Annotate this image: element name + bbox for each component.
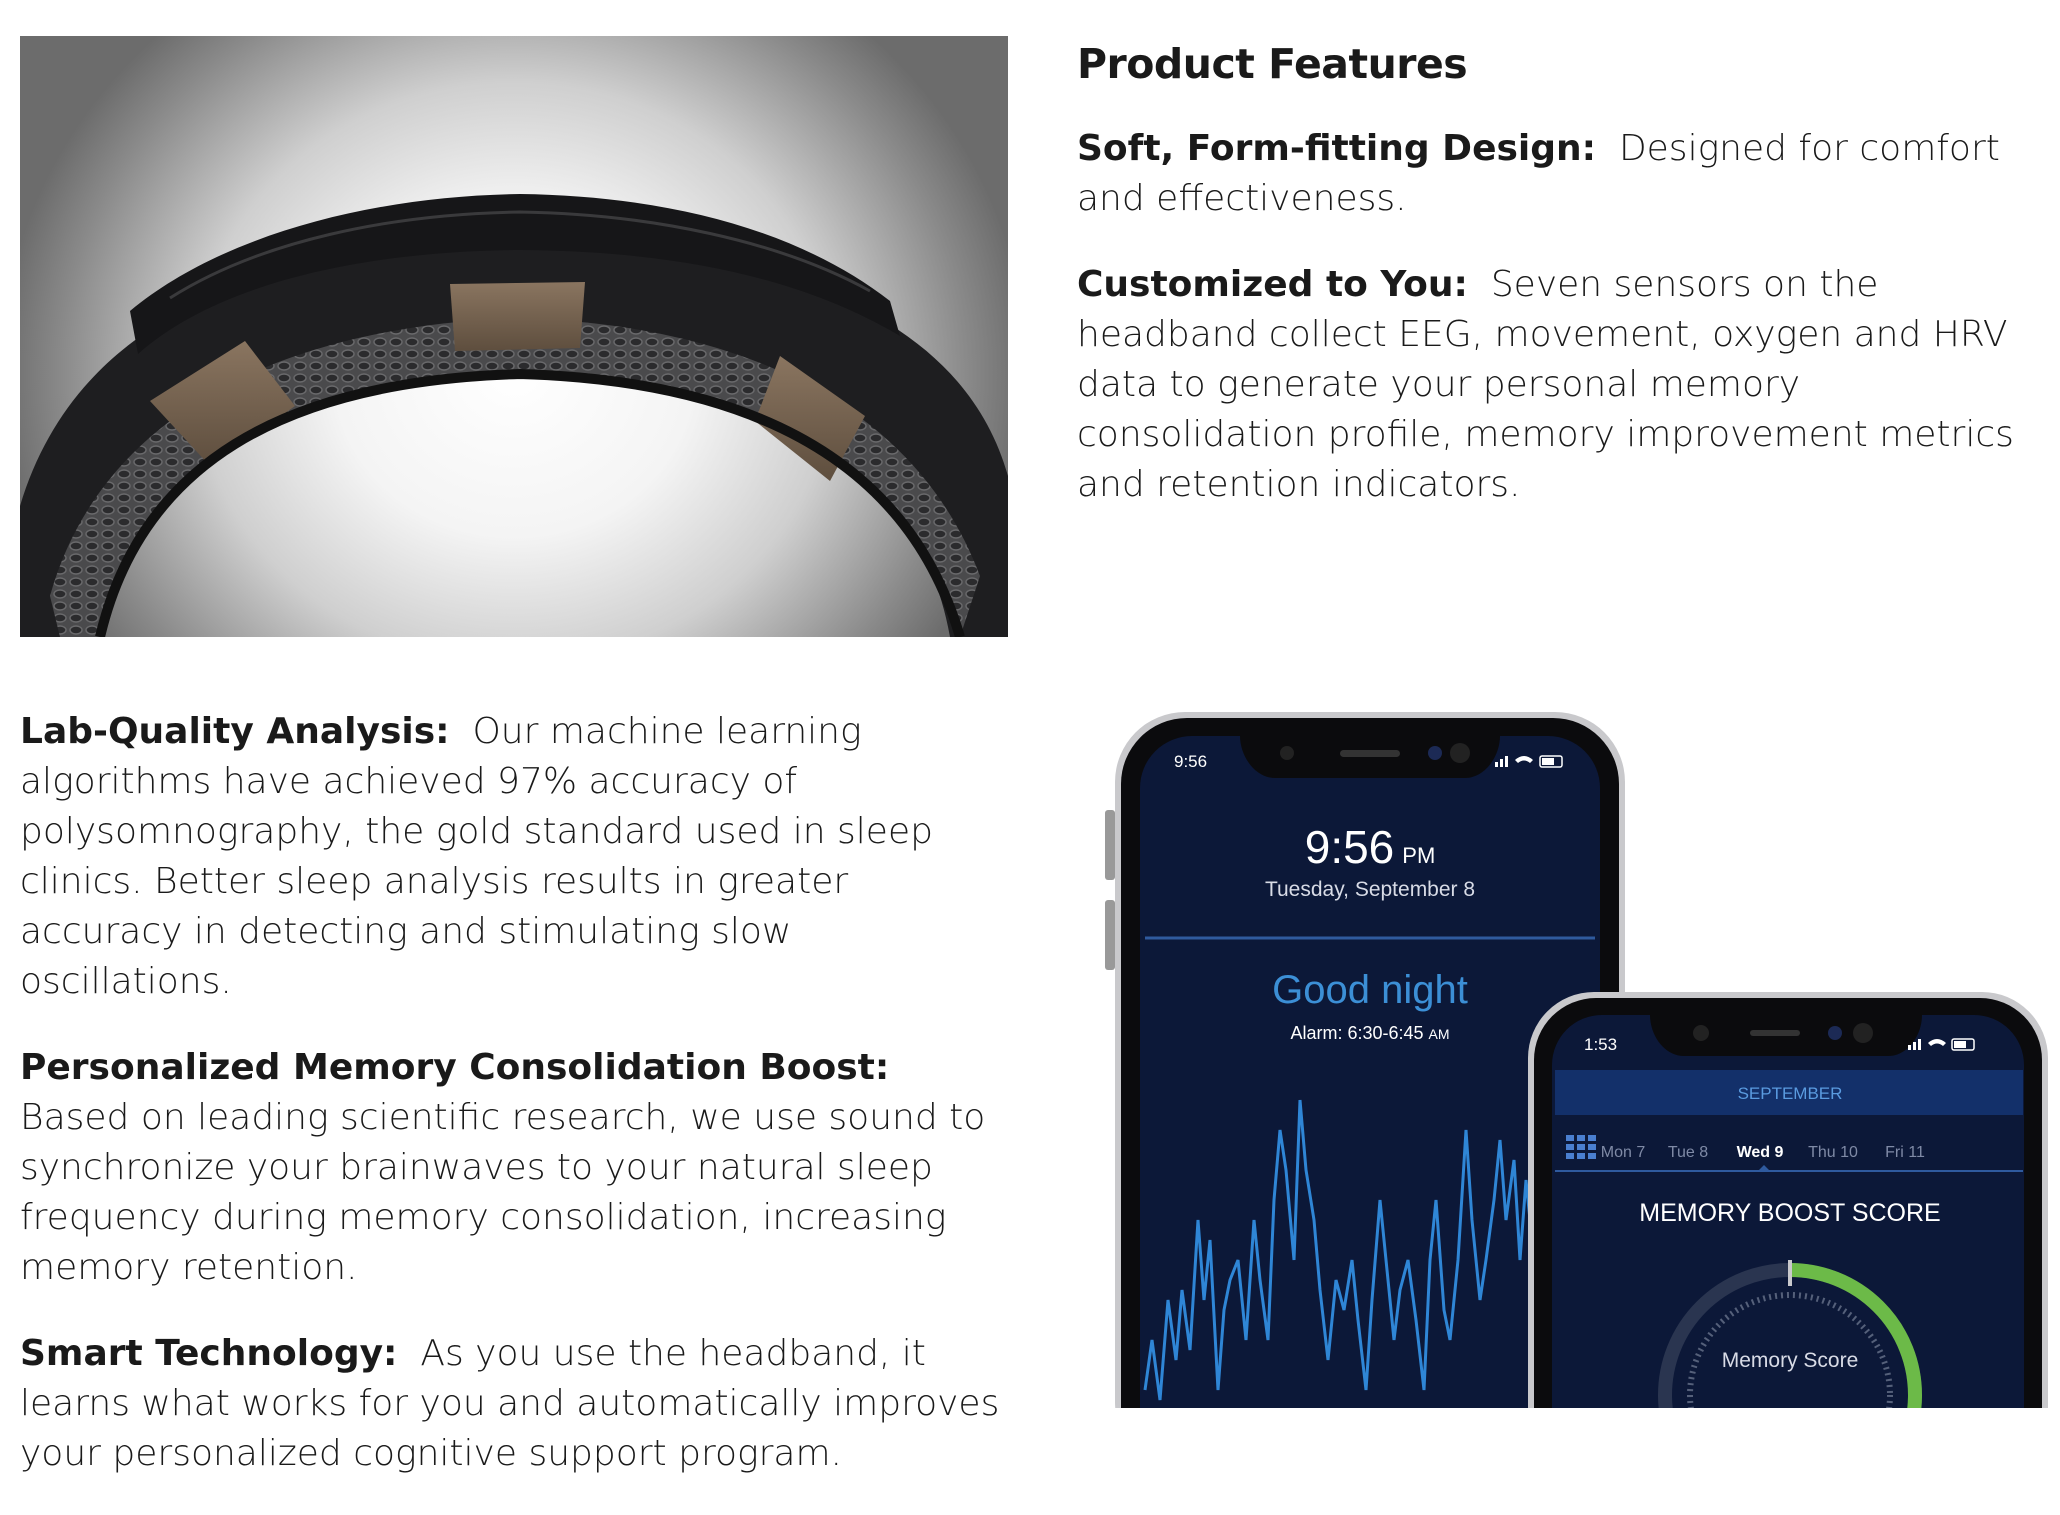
feature-analysis-text: Our machine learning algorithms have ach…	[20, 711, 933, 1002]
score-label: Memory Score	[1722, 1349, 1859, 1372]
feature-analysis-title: Lab-Quality Analysis:	[20, 711, 450, 752]
clock-ampm: PM	[1402, 843, 1435, 868]
features-section: Product Features Soft, Form-fitting Desi…	[1077, 34, 2037, 546]
feature-design: Soft, Form-fitting Design: Designed for …	[1077, 124, 2037, 224]
day-tab[interactable]: Fri 11	[1885, 1144, 1925, 1161]
feature-smart: Smart Technology: As you use the headban…	[20, 1329, 1000, 1479]
day-tab[interactable]: Thu 10	[1808, 1144, 1858, 1161]
feature-boost-title: Personalized Memory Consolidation Boost:	[20, 1047, 890, 1088]
app-phones-image: 9:56 9:56 PM Tuesday, September 8 Good ni…	[1090, 700, 2060, 1408]
score-title: MEMORY BOOST SCORE	[1639, 1199, 1940, 1227]
feature-smart-title: Smart Technology:	[20, 1333, 398, 1374]
alarm-ampm: AM	[1429, 1026, 1450, 1042]
headband-product-image	[20, 36, 1008, 637]
feature-customized-title: Customized to You:	[1077, 264, 1468, 305]
feature-boost: Personalized Memory Consolidation Boost:…	[20, 1043, 1000, 1293]
alarm-text: Alarm: 6:30-6:45	[1290, 1023, 1423, 1043]
feature-boost-text: Based on leading scientific research, we…	[20, 1097, 986, 1288]
feature-design-title: Soft, Form-fitting Design:	[1077, 128, 1597, 169]
day-tab[interactable]: Mon 7	[1601, 1144, 1646, 1161]
feature-analysis: Lab-Quality Analysis: Our machine learni…	[20, 707, 1000, 1007]
day-tab[interactable]: Wed 9	[1737, 1144, 1784, 1161]
features-section-lower: Lab-Quality Analysis: Our machine learni…	[20, 707, 1000, 1515]
calendar-grid-icon[interactable]	[1566, 1135, 1596, 1159]
feature-customized: Customized to You: Seven sensors on the …	[1077, 260, 2037, 510]
phone-score-screen: 1:53 SEPTEMBER Mon 7 Tue 8 Wed 9 Thu 10 Fri …	[1528, 992, 2048, 1408]
clock-time: 9:56	[1305, 821, 1395, 873]
features-heading: Product Features	[1077, 40, 1468, 88]
month-label: SEPTEMBER	[1738, 1084, 1843, 1103]
status-time: 9:56	[1174, 752, 1207, 771]
date-label: Tuesday, September 8	[1265, 878, 1475, 901]
status-time-right: 1:53	[1584, 1035, 1617, 1054]
day-tab[interactable]: Tue 8	[1668, 1144, 1708, 1161]
greeting-text: Good night	[1272, 968, 1468, 1012]
